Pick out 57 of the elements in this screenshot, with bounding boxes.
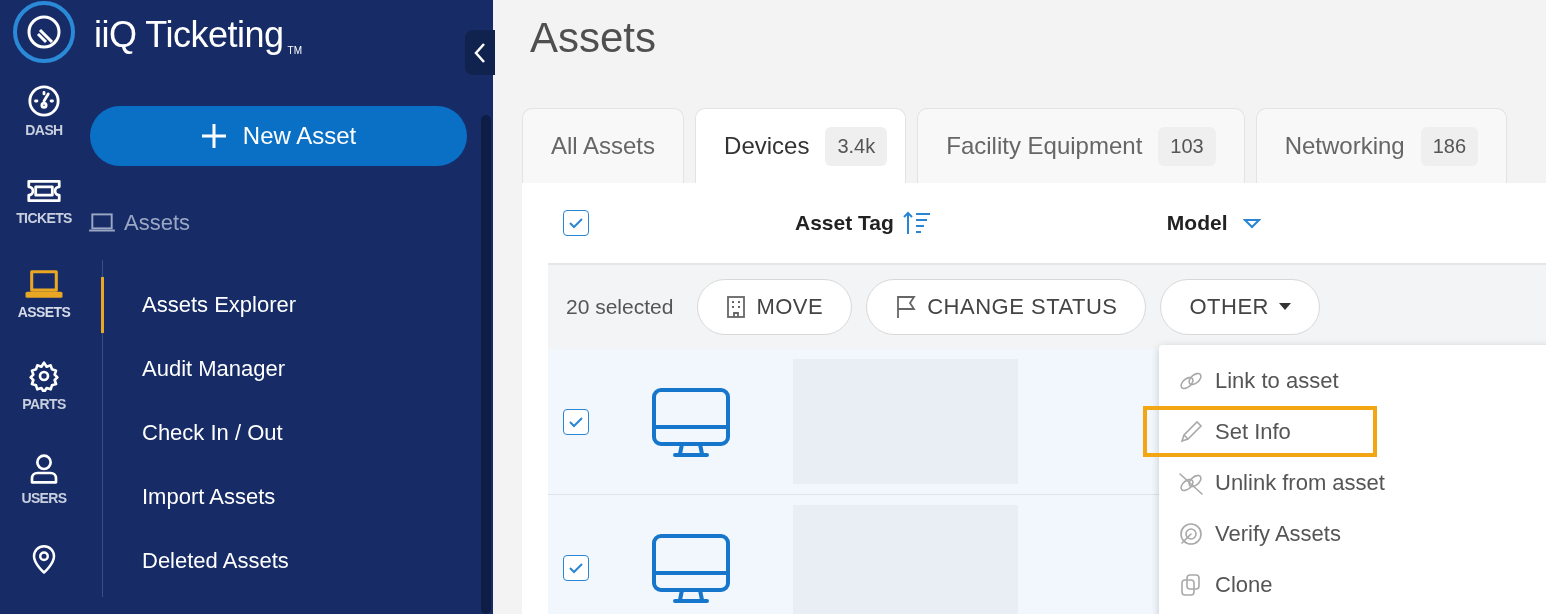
checkmark-icon [568, 217, 584, 229]
caret-down-icon [1279, 303, 1291, 311]
building-icon [726, 295, 747, 319]
laptop-icon [24, 268, 64, 300]
count-badge: 103 [1158, 126, 1216, 166]
monitor-icon [651, 386, 731, 457]
tab[interactable]: All Assets [522, 108, 685, 183]
new-asset-button[interactable]: New Asset [90, 106, 467, 166]
page-title: Assets [530, 14, 658, 62]
caret-down-icon[interactable] [1243, 217, 1262, 229]
checkbox[interactable] [563, 210, 589, 236]
column-header[interactable]: Model [1166, 211, 1228, 235]
column-header[interactable]: Asset Tag [795, 211, 894, 235]
action-button[interactable]: OTHER [1160, 279, 1320, 335]
checkmark-icon [568, 415, 584, 428]
rail-nav-item[interactable]: PARTS [22, 360, 66, 432]
scrollbar[interactable] [481, 115, 491, 614]
checkbox[interactable] [563, 554, 589, 581]
logo-icon [12, 0, 76, 64]
selection-count: 20 selected [566, 295, 674, 319]
gauge-icon [27, 84, 61, 118]
section-label: Assets [124, 210, 191, 236]
checkbox[interactable] [563, 408, 589, 435]
menu-item[interactable]: Clone [1159, 559, 1519, 610]
laptop-icon [88, 212, 116, 234]
collapse-button[interactable] [465, 30, 495, 75]
tab[interactable]: Devices 3.4k [695, 108, 907, 183]
nav-item[interactable]: Import Assets [101, 469, 493, 525]
target-icon [1177, 521, 1205, 546]
menu-item[interactable]: Set Info [1143, 406, 1377, 457]
plus-icon [200, 123, 227, 149]
menu-item[interactable]: Verify Assets [1159, 508, 1519, 559]
action-button[interactable]: CHANGE STATUS [866, 279, 1147, 335]
rail-nav-item[interactable]: USERS [21, 452, 67, 524]
gear-icon [28, 360, 60, 392]
brand-name: iiQ Ticketing [94, 14, 284, 56]
nav-item[interactable]: Check In / Out [101, 405, 493, 461]
count-badge: 3.4k [825, 126, 888, 166]
nav-item[interactable]: Deleted Assets [101, 533, 493, 589]
flag-icon [895, 295, 918, 319]
tab[interactable]: Facility Equipment 103 [917, 108, 1245, 183]
sort-icon[interactable] [901, 210, 932, 236]
tab[interactable]: Networking 186 [1255, 108, 1508, 183]
checkmark-icon [568, 561, 584, 574]
count-badge: 186 [1420, 126, 1479, 166]
rail-nav-item[interactable]: ASSETS [17, 268, 71, 340]
rail-nav-item[interactable]: DASH [25, 84, 63, 156]
user-icon [28, 452, 60, 486]
rail-nav-item[interactable]: TICKETS [16, 176, 72, 248]
trademark: TM [287, 45, 303, 56]
action-button[interactable]: MOVE [697, 279, 853, 335]
nav-item[interactable]: Assets Explorer [101, 277, 493, 333]
menu-item[interactable]: Link to asset [1159, 355, 1519, 406]
nav-item[interactable]: Audit Manager [101, 341, 493, 397]
unlink-icon [1177, 470, 1205, 495]
monitor-icon [651, 532, 731, 603]
menu-item[interactable]: Unlink from asset [1159, 457, 1519, 508]
